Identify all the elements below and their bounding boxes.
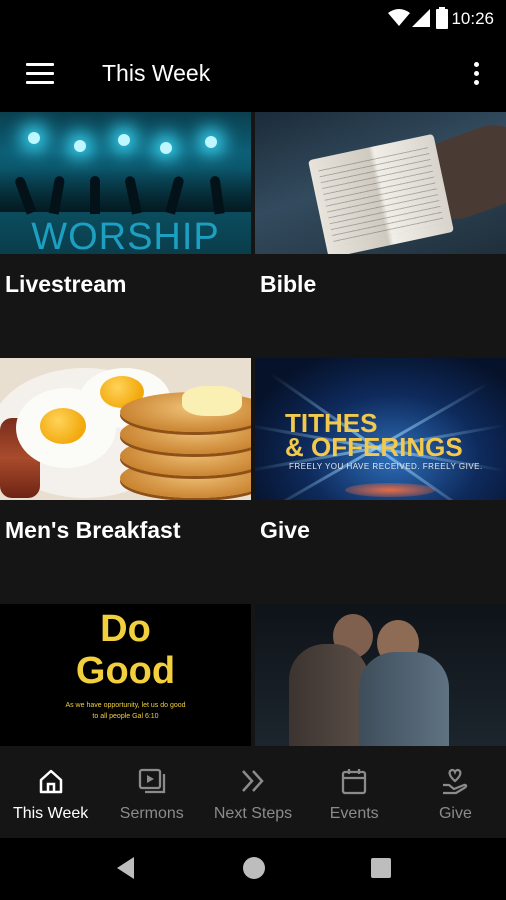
nav-give[interactable]: Give [405, 748, 506, 838]
system-navigation-bar [0, 838, 506, 900]
tile-label: Give [260, 517, 310, 543]
content-grid: WORSHIP Livestream Bible Men's Breakfast [0, 112, 506, 748]
heart-hand-icon [443, 768, 468, 795]
offerings-image-title: & OFFERINGS [285, 432, 463, 462]
worship-image-text: WORSHIP [31, 216, 220, 254]
battery-icon [436, 7, 448, 29]
cell-signal-icon [412, 9, 430, 27]
prayer-image [255, 604, 506, 746]
tile-label: Livestream [5, 271, 127, 297]
more-options-icon[interactable] [468, 62, 484, 88]
tile-mens-breakfast[interactable]: Men's Breakfast [0, 358, 251, 602]
back-icon[interactable] [114, 855, 136, 881]
tithes-image-subtitle: FREELY YOU HAVE RECEIVED. FREELY GIVE. [289, 462, 483, 471]
nav-sermons[interactable]: Sermons [101, 748, 202, 838]
status-time: 10:26 [451, 9, 494, 28]
nav-this-week[interactable]: This Week [0, 748, 101, 838]
nav-label: Events [329, 805, 379, 822]
nav-label: Sermons [119, 805, 184, 822]
tile-label: Men's Breakfast [5, 517, 181, 543]
do-good-verse-line1: As we have opportunity, let us do good [65, 702, 186, 709]
nav-label: This Week [12, 805, 89, 822]
tithes-offerings-image: TITHES & OFFERINGS FREELY YOU HAVE RECEI… [255, 358, 506, 500]
tile-give[interactable]: TITHES & OFFERINGS FREELY YOU HAVE RECEI… [255, 358, 506, 602]
tile-prayer[interactable] [255, 604, 506, 748]
status-bar: 10:26 [0, 0, 506, 38]
nav-next-steps[interactable]: Next Steps [202, 748, 303, 838]
tile-bible[interactable]: Bible [255, 112, 506, 356]
nav-label: Give [438, 805, 472, 822]
tile-label: Bible [260, 271, 317, 297]
bottom-navigation: This Week Sermons Next Steps Events Give [0, 748, 506, 838]
double-chevron-right-icon [242, 770, 264, 792]
do-good-verse-line2: to all people Gal 6:10 [92, 713, 159, 720]
do-good-image: Do Good As we have opportunity, let us d… [0, 604, 251, 746]
nav-events[interactable]: Events [304, 748, 405, 838]
tile-do-good[interactable]: Do Good As we have opportunity, let us d… [0, 604, 251, 748]
home-icon [39, 769, 62, 794]
calendar-icon [342, 769, 367, 795]
video-library-icon [138, 768, 165, 794]
hamburger-menu-icon[interactable] [26, 63, 54, 85]
recents-icon[interactable] [370, 855, 392, 881]
app-bar: This Week [0, 38, 506, 112]
breakfast-image [0, 358, 251, 500]
bible-image [255, 112, 506, 254]
worship-image: WORSHIP [0, 112, 251, 254]
home-button-icon[interactable] [242, 855, 266, 881]
do-good-line1: Do [100, 608, 151, 650]
nav-label: Next Steps [213, 805, 293, 822]
wifi-icon [388, 9, 410, 26]
do-good-verse: As we have opportunity, let us do good t… [0, 700, 251, 722]
tile-livestream[interactable]: WORSHIP Livestream [0, 112, 251, 356]
do-good-line2: Good [75, 650, 176, 692]
page-title: This Week [102, 60, 211, 86]
